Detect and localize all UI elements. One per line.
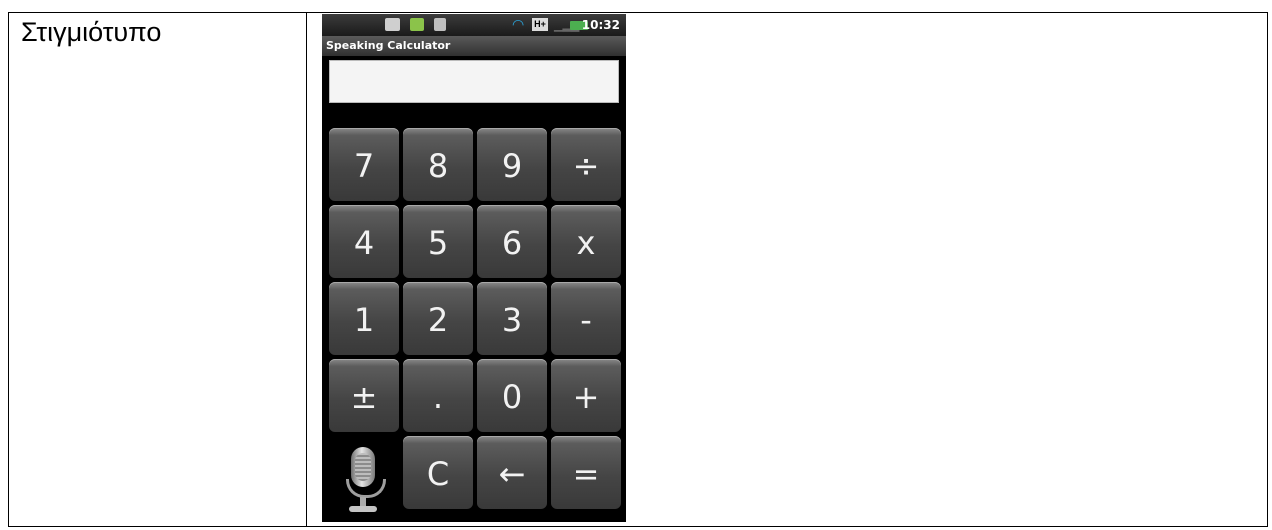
backspace-button[interactable]: ←: [477, 436, 547, 509]
key-4[interactable]: 4: [329, 205, 399, 278]
network-badge: H+: [532, 18, 548, 31]
key-1[interactable]: 1: [329, 282, 399, 355]
calculator-display: [329, 60, 619, 103]
add-button[interactable]: +: [551, 359, 621, 432]
microphone-icon[interactable]: [337, 445, 393, 517]
divide-button[interactable]: ÷: [551, 128, 621, 201]
equals-button[interactable]: =: [551, 436, 621, 509]
subtract-button[interactable]: -: [551, 282, 621, 355]
status-bar: ◠ H+ ▁▂▃ 10:32: [322, 14, 626, 36]
multiply-button[interactable]: x: [551, 205, 621, 278]
key-2[interactable]: 2: [403, 282, 473, 355]
app-title: Speaking Calculator: [326, 39, 451, 52]
clock: 10:32: [581, 18, 620, 32]
clear-button[interactable]: C: [403, 436, 473, 509]
cell-label-text: Στιγμιότυπο: [21, 17, 162, 47]
usb-icon: [434, 18, 446, 31]
key-9[interactable]: 9: [477, 128, 547, 201]
app-title-bar: Speaking Calculator: [322, 36, 626, 56]
decimal-button[interactable]: .: [403, 359, 473, 432]
wifi-icon: ◠: [512, 17, 525, 33]
sign-toggle-button[interactable]: ±: [329, 359, 399, 432]
document-table: Στιγμιότυπο ◠ H+ ▁▂▃ 10:32 Speaking Calc…: [8, 12, 1268, 527]
table-cell-label: Στιγμιότυπο: [9, 13, 307, 526]
phone-screenshot: ◠ H+ ▁▂▃ 10:32 Speaking Calculator 7 8 9 ÷ 4…: [322, 14, 626, 522]
key-8[interactable]: 8: [403, 128, 473, 201]
key-7[interactable]: 7: [329, 128, 399, 201]
key-5[interactable]: 5: [403, 205, 473, 278]
key-3[interactable]: 3: [477, 282, 547, 355]
table-cell-screenshot: ◠ H+ ▁▂▃ 10:32 Speaking Calculator 7 8 9 ÷ 4…: [307, 13, 1267, 526]
notification-icon: [385, 18, 400, 31]
image-notification-icon: [410, 18, 424, 31]
keypad: 7 8 9 ÷ 4 5 6 x 1 2 3- ±. 0 + C ← =: [329, 128, 621, 521]
key-6[interactable]: 6: [477, 205, 547, 278]
key-0[interactable]: 0: [477, 359, 547, 432]
